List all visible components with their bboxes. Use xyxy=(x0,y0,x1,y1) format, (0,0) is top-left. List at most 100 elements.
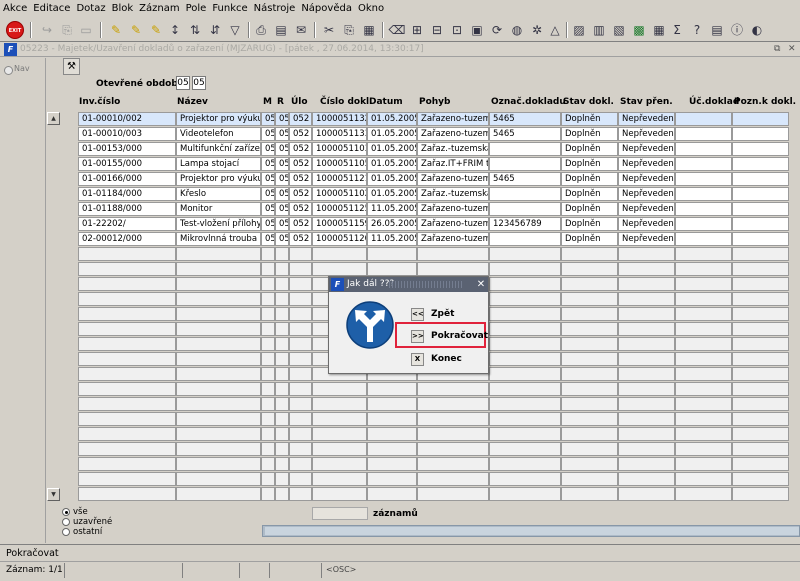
empty-cell[interactable] xyxy=(312,487,367,501)
empty-cell[interactable] xyxy=(675,322,732,336)
export-icon[interactable]: ▧ xyxy=(610,21,628,39)
empty-cell[interactable] xyxy=(561,307,618,321)
empty-cell[interactable] xyxy=(261,412,275,426)
dialog-close-icon[interactable]: ✕ xyxy=(475,277,487,292)
empty-cell[interactable] xyxy=(78,487,176,501)
empty-cell[interactable] xyxy=(289,277,312,291)
empty-cell[interactable] xyxy=(417,457,489,471)
nav-icon[interactable] xyxy=(4,66,13,75)
table-cell[interactable]: Zařazeno-tuzemsk xyxy=(417,217,489,231)
empty-cell[interactable] xyxy=(675,262,732,276)
empty-cell[interactable] xyxy=(289,412,312,426)
empty-cell[interactable] xyxy=(176,457,261,471)
report-icon[interactable]: ▨ xyxy=(570,21,588,39)
empty-cell[interactable] xyxy=(261,367,275,381)
empty-cell[interactable] xyxy=(675,487,732,501)
empty-cell[interactable] xyxy=(176,337,261,351)
table-cell[interactable]: 01-01188/000 xyxy=(78,202,176,216)
table-cell[interactable]: 01.05.2005 xyxy=(367,187,417,201)
lock-icon[interactable]: ⊡ xyxy=(448,21,466,39)
table-cell[interactable]: 052 xyxy=(289,112,312,126)
table-cell[interactable] xyxy=(489,187,561,201)
empty-cell[interactable] xyxy=(561,322,618,336)
empty-cell[interactable] xyxy=(289,322,312,336)
globe-icon[interactable]: ◍ xyxy=(508,21,526,39)
empty-cell[interactable] xyxy=(261,322,275,336)
table-cell[interactable]: Nepřevedeno xyxy=(618,157,675,171)
table-cell[interactable]: Monitor xyxy=(176,202,261,216)
table-cell[interactable] xyxy=(732,157,789,171)
table-cell[interactable]: 05 xyxy=(275,172,289,186)
empty-cell[interactable] xyxy=(261,472,275,486)
empty-cell[interactable] xyxy=(732,367,789,381)
table-cell[interactable]: 01.05.2005 xyxy=(367,172,417,186)
empty-cell[interactable] xyxy=(489,487,561,501)
empty-cell[interactable] xyxy=(275,457,289,471)
table-cell[interactable]: 05 xyxy=(261,157,275,171)
table-cell[interactable] xyxy=(675,112,732,126)
table-cell[interactable]: Projektor pro výuku xyxy=(176,112,261,126)
table-cell[interactable]: Projektor pro výuku xyxy=(176,172,261,186)
table-cell[interactable]: 1000051121 xyxy=(312,172,367,186)
empty-cell[interactable] xyxy=(675,307,732,321)
empty-cell[interactable] xyxy=(78,352,176,366)
mail-icon[interactable]: ✉ xyxy=(292,21,310,39)
empty-cell[interactable] xyxy=(289,307,312,321)
empty-cell[interactable] xyxy=(176,322,261,336)
empty-cell[interactable] xyxy=(732,262,789,276)
table-cell[interactable] xyxy=(675,187,732,201)
empty-cell[interactable] xyxy=(275,277,289,291)
empty-cell[interactable] xyxy=(561,442,618,456)
table-cell[interactable]: Videotelefon xyxy=(176,127,261,141)
empty-cell[interactable] xyxy=(78,337,176,351)
empty-cell[interactable] xyxy=(78,307,176,321)
table-cell[interactable]: 05 xyxy=(275,187,289,201)
menu-zaznam[interactable]: Záznam xyxy=(136,0,182,18)
table-cell[interactable]: Nepřevedeno xyxy=(618,187,675,201)
table-cell[interactable]: 1000051102 xyxy=(312,187,367,201)
table-cell[interactable]: Doplněn xyxy=(561,142,618,156)
continue-label[interactable]: Pokračovat xyxy=(431,330,488,343)
table-cell[interactable]: 5465 xyxy=(489,172,561,186)
table-cell[interactable] xyxy=(675,202,732,216)
empty-cell[interactable] xyxy=(312,382,367,396)
empty-cell[interactable] xyxy=(289,262,312,276)
table-cell[interactable]: 1000051120 xyxy=(312,232,367,246)
empty-cell[interactable] xyxy=(489,352,561,366)
empty-cell[interactable] xyxy=(367,487,417,501)
empty-cell[interactable] xyxy=(417,442,489,456)
empty-cell[interactable] xyxy=(261,247,275,261)
table-cell[interactable]: Zařazeno-tuzemsk xyxy=(417,202,489,216)
table-cell[interactable]: 052 xyxy=(289,157,312,171)
filter-radio-closed[interactable] xyxy=(62,518,70,526)
filter-radio-other[interactable] xyxy=(62,528,70,536)
table-cell[interactable]: 05 xyxy=(261,187,275,201)
empty-cell[interactable] xyxy=(417,247,489,261)
empty-cell[interactable] xyxy=(489,262,561,276)
back-button[interactable]: << xyxy=(411,308,424,321)
table-cell[interactable]: 1000051133 xyxy=(312,127,367,141)
table-cell[interactable]: 1000051103 xyxy=(312,142,367,156)
clear-icon[interactable]: ⌫ xyxy=(388,21,406,39)
table-icon[interactable]: ▦ xyxy=(650,21,668,39)
empty-cell[interactable] xyxy=(489,247,561,261)
empty-cell[interactable] xyxy=(176,367,261,381)
table-cell[interactable]: 26.05.2005 xyxy=(367,217,417,231)
table-cell[interactable] xyxy=(732,202,789,216)
empty-cell[interactable] xyxy=(618,472,675,486)
empty-cell[interactable] xyxy=(732,427,789,441)
save-icon[interactable]: ▤ xyxy=(272,21,290,39)
empty-cell[interactable] xyxy=(618,457,675,471)
table-cell[interactable]: 052 xyxy=(289,172,312,186)
empty-cell[interactable] xyxy=(675,412,732,426)
filter-radio-all[interactable] xyxy=(62,508,70,516)
table-cell[interactable]: Nepřevedeno xyxy=(618,127,675,141)
info-icon[interactable]: ⓘ xyxy=(728,21,746,39)
table-cell[interactable] xyxy=(489,157,561,171)
empty-cell[interactable] xyxy=(675,367,732,381)
table-cell[interactable]: 05 xyxy=(261,217,275,231)
table-cell[interactable]: Doplněn xyxy=(561,217,618,231)
empty-cell[interactable] xyxy=(417,262,489,276)
empty-cell[interactable] xyxy=(618,262,675,276)
empty-cell[interactable] xyxy=(732,277,789,291)
